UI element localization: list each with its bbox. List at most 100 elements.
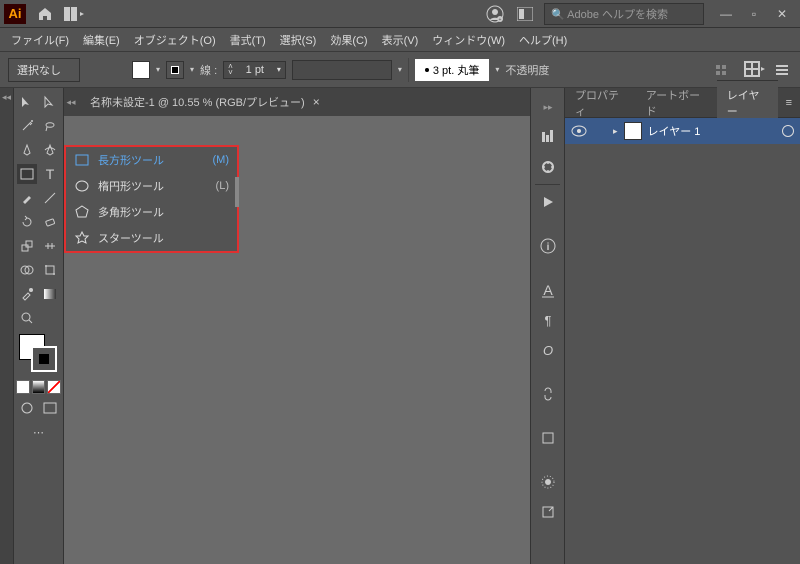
- eyedropper-tool[interactable]: [17, 284, 37, 304]
- menu-object[interactable]: オブジェクト(O): [129, 29, 221, 51]
- panel-menu-button[interactable]: ≡: [778, 97, 800, 109]
- properties-panel-icon[interactable]: [531, 122, 565, 152]
- user-icon[interactable]: +: [484, 3, 506, 25]
- artboards-panel-icon[interactable]: [531, 423, 565, 453]
- draw-mode[interactable]: [17, 398, 37, 418]
- layer-name[interactable]: レイヤー 1: [648, 123, 776, 139]
- rectangle-tool-item[interactable]: 長方形ツール (M): [66, 147, 237, 173]
- document-tab[interactable]: 名称未設定-1 @ 10.55 % (RGB/プレビュー) ×: [78, 88, 332, 116]
- menubar: ファイル(F) 編集(E) オブジェクト(O) 書式(T) 選択(S) 効果(C…: [0, 28, 800, 52]
- type-tool[interactable]: T: [40, 164, 60, 184]
- stroke-label: 線 :: [200, 62, 217, 78]
- search-input[interactable]: 🔍 Adobe ヘルプを検索: [544, 3, 704, 25]
- color-mode[interactable]: [16, 380, 30, 394]
- stroke-swatch[interactable]: [166, 61, 184, 79]
- toolbox: T: [14, 88, 64, 564]
- panel-menu-icon[interactable]: [776, 64, 792, 76]
- menu-view[interactable]: 表示(V): [377, 29, 424, 51]
- stroke-width-field[interactable]: ˄˅ 1 pt ▾: [223, 61, 286, 79]
- none-mode[interactable]: [47, 380, 61, 394]
- links-panel-icon[interactable]: [531, 379, 565, 409]
- fill-stroke-swatches[interactable]: [19, 334, 59, 374]
- menu-file[interactable]: ファイル(F): [6, 29, 74, 51]
- eraser-tool[interactable]: [40, 212, 60, 232]
- tearoff-handle[interactable]: [235, 177, 239, 207]
- shape-tool-popup: 長方形ツール (M) 楕円形ツール (L) 多角形ツール スターツール: [64, 145, 239, 253]
- titlebar: Ai + 🔍 Adobe ヘルプを検索 ― ▫ ✕: [0, 0, 800, 28]
- opentype-panel-icon[interactable]: O: [531, 335, 565, 365]
- ellipse-icon: [74, 178, 90, 194]
- character-panel-icon[interactable]: A: [531, 275, 565, 305]
- menu-help[interactable]: ヘルプ(H): [514, 29, 572, 51]
- asset-export-panel-icon[interactable]: [531, 497, 565, 527]
- ellipse-tool-item[interactable]: 楕円形ツール (L): [66, 173, 237, 199]
- selection-dropdown[interactable]: 選択なし: [8, 58, 80, 82]
- svg-text:T: T: [45, 167, 54, 181]
- gradient-tool[interactable]: [40, 284, 60, 304]
- panel-icon-strip: ▸▸ i A ¶ O: [530, 88, 564, 564]
- selection-tool[interactable]: [17, 92, 37, 112]
- shape-builder-tool[interactable]: [17, 260, 37, 280]
- rotate-tool[interactable]: [17, 212, 37, 232]
- svg-text:¶: ¶: [545, 313, 552, 327]
- star-tool-item[interactable]: スターツール: [66, 225, 237, 251]
- width-tool[interactable]: [40, 236, 60, 256]
- blank-tool[interactable]: [40, 308, 60, 328]
- polygon-tool-item[interactable]: 多角形ツール: [66, 199, 237, 225]
- brushes-panel-icon[interactable]: [531, 467, 565, 497]
- collapse-strip-right[interactable]: ▸▸: [531, 92, 565, 122]
- arrange-docs-button[interactable]: [64, 3, 86, 25]
- pen-tool[interactable]: [17, 140, 37, 160]
- polygon-icon: [74, 204, 90, 220]
- rectangle-tool[interactable]: [17, 164, 37, 184]
- layer-row[interactable]: ▸ レイヤー 1: [565, 118, 800, 144]
- lasso-tool[interactable]: [40, 116, 60, 136]
- curvature-tool[interactable]: [40, 140, 60, 160]
- close-button[interactable]: ✕: [768, 4, 796, 24]
- minimize-button[interactable]: ―: [712, 4, 740, 24]
- paragraph-panel-icon[interactable]: ¶: [531, 305, 565, 335]
- gradient-mode[interactable]: [32, 380, 46, 394]
- menu-window[interactable]: ウィンドウ(W): [427, 29, 510, 51]
- menu-effect[interactable]: 効果(C): [325, 29, 372, 51]
- free-transform-tool[interactable]: [40, 260, 60, 280]
- svg-text:+: +: [499, 17, 502, 23]
- menu-select[interactable]: 選択(S): [275, 29, 322, 51]
- home-button[interactable]: [34, 3, 56, 25]
- actions-panel-icon[interactable]: [531, 187, 565, 217]
- libraries-panel-icon[interactable]: [531, 152, 565, 182]
- zoom-tool[interactable]: [17, 308, 37, 328]
- essentials-icon[interactable]: [744, 61, 766, 79]
- star-icon: [74, 230, 90, 246]
- profile-field[interactable]: [292, 60, 392, 80]
- app-logo: Ai: [4, 4, 26, 24]
- visibility-toggle[interactable]: [571, 125, 587, 137]
- rectangle-icon: [74, 152, 90, 168]
- direct-selection-tool[interactable]: [40, 92, 60, 112]
- brush-field[interactable]: 3 pt. 丸筆: [415, 59, 489, 81]
- fill-swatch[interactable]: [132, 61, 150, 79]
- svg-text:O: O: [543, 343, 553, 357]
- collapse-strip-left[interactable]: ◂◂: [0, 88, 14, 564]
- screen-mode[interactable]: [40, 398, 60, 418]
- document-tabs: ◂◂ 名称未設定-1 @ 10.55 % (RGB/プレビュー) ×: [64, 88, 530, 116]
- stroke-color[interactable]: [31, 346, 57, 372]
- line-tool[interactable]: [40, 188, 60, 208]
- layer-thumbnail: [624, 122, 642, 140]
- expand-arrow[interactable]: ▸: [613, 126, 618, 137]
- scale-tool[interactable]: [17, 236, 37, 256]
- paintbrush-tool[interactable]: [17, 188, 37, 208]
- close-tab-button[interactable]: ×: [313, 95, 320, 109]
- svg-text:i: i: [547, 242, 550, 253]
- magic-wand-tool[interactable]: [17, 116, 37, 136]
- edit-toolbar[interactable]: ⋯: [19, 422, 59, 442]
- maximize-button[interactable]: ▫: [740, 4, 768, 24]
- workspace-icon[interactable]: [514, 3, 536, 25]
- panel-tabs: プロパティ アートボード レイヤー ≡: [565, 88, 800, 118]
- menu-type[interactable]: 書式(T): [225, 29, 271, 51]
- opacity-label[interactable]: 不透明度: [505, 62, 549, 78]
- layer-target[interactable]: [782, 125, 794, 137]
- info-panel-icon[interactable]: i: [531, 231, 565, 261]
- menu-edit[interactable]: 編集(E): [78, 29, 125, 51]
- align-icon[interactable]: [716, 63, 734, 77]
